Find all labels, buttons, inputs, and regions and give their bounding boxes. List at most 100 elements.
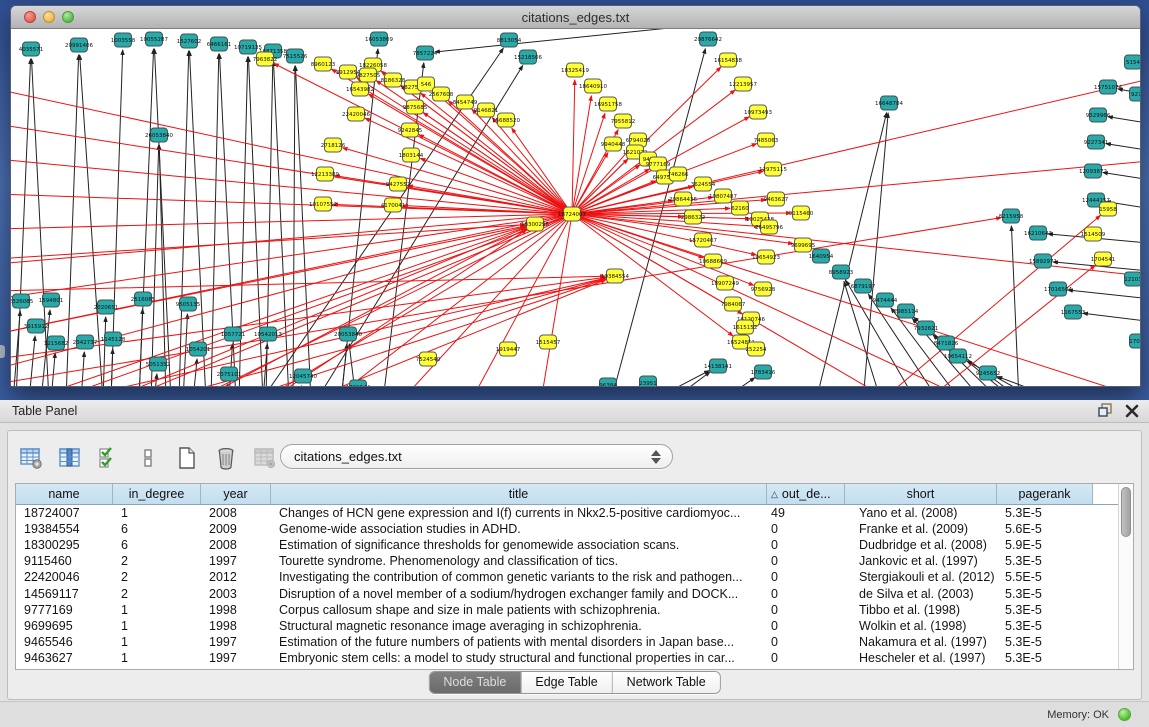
graph-node[interactable]: 5154 bbox=[1125, 55, 1141, 69]
graph-node[interactable]: 9427552 bbox=[386, 177, 411, 191]
graph-node[interactable]: 1594801 bbox=[39, 293, 64, 307]
network-view-window[interactable]: citations_edges.txt 40355712099140610035… bbox=[10, 5, 1141, 387]
graph-node[interactable]: 1640954 bbox=[809, 249, 834, 263]
graph-node[interactable]: 23951 bbox=[639, 376, 657, 387]
graph-node[interactable]: 15958 bbox=[1099, 202, 1117, 216]
network-canvas-svg[interactable]: 4035571209914061003558100552871527602646… bbox=[11, 29, 1140, 387]
graph-node[interactable]: 7963822 bbox=[253, 52, 278, 66]
table-row[interactable]: 911546021997Tourette syndrome. Phenomeno… bbox=[16, 553, 1133, 569]
graph-node[interactable]: 9777169 bbox=[646, 157, 671, 171]
graph-node[interactable]: 7515526 bbox=[283, 49, 308, 63]
table-row[interactable]: 1938455462009Genome-wide association stu… bbox=[16, 521, 1133, 537]
row-height-icon[interactable] bbox=[135, 445, 161, 471]
table-row[interactable]: 1456911722003Disruption of a novel membe… bbox=[16, 585, 1133, 601]
graph-node[interactable]: 252254 bbox=[746, 342, 767, 356]
graph-node[interactable]: 6466161 bbox=[207, 37, 232, 51]
graph-node[interactable]: 20876642 bbox=[694, 32, 722, 46]
table-row[interactable]: 1872400712008Changes of HCN gene express… bbox=[16, 505, 1133, 521]
network-table-select[interactable]: citations_edges.txt bbox=[280, 444, 673, 469]
graph-node[interactable]: 12213957 bbox=[729, 77, 757, 91]
graph-node[interactable]: 2718126 bbox=[321, 138, 346, 152]
float-panel-icon[interactable] bbox=[1098, 403, 1113, 418]
graph-node[interactable]: 8958923 bbox=[829, 265, 854, 279]
graph-node[interactable]: 2985114 bbox=[894, 304, 919, 318]
graph-node[interactable]: 9146821 bbox=[474, 103, 499, 117]
graph-node[interactable]: 18640910 bbox=[579, 79, 607, 93]
table-scrollbar-thumb[interactable] bbox=[1121, 487, 1131, 537]
graph-node[interactable]: 15218506 bbox=[514, 50, 542, 64]
graph-node[interactable]: 12975115 bbox=[759, 162, 787, 176]
graph-node[interactable]: 1783416 bbox=[751, 365, 776, 379]
graph-node[interactable]: 16210643 bbox=[1024, 226, 1052, 240]
graph-node[interactable]: 12103 bbox=[1124, 272, 1140, 286]
graph-node[interactable]: 15688520 bbox=[492, 113, 520, 127]
graph-node[interactable]: 16951758 bbox=[594, 97, 622, 111]
graph-node[interactable]: 19384554 bbox=[601, 269, 629, 283]
column-header-year[interactable]: year bbox=[201, 484, 271, 504]
graph-node[interactable]: 9115460 bbox=[789, 206, 814, 220]
graph-node[interactable]: 10542013 bbox=[254, 327, 282, 341]
graph-node[interactable]: 12213389 bbox=[311, 167, 339, 181]
graph-node[interactable]: 6879197 bbox=[851, 279, 876, 293]
graph-node[interactable]: 12093872 bbox=[1079, 164, 1107, 178]
table-row[interactable]: 977716911998Corpus callosum shape and si… bbox=[16, 602, 1133, 618]
graph-node[interactable]: 16154838 bbox=[714, 53, 742, 67]
graph-node[interactable]: 20991406 bbox=[65, 38, 93, 52]
column-header-short[interactable]: short bbox=[845, 484, 997, 504]
graph-node[interactable]: 8454749 bbox=[453, 95, 478, 109]
delete-column-icon[interactable] bbox=[213, 445, 239, 471]
graph-node[interactable]: 15751074 bbox=[1094, 80, 1122, 94]
select-columns-icon[interactable] bbox=[57, 445, 83, 471]
graph-node[interactable]: 16543982 bbox=[346, 82, 374, 96]
network-canvas[interactable]: 4035571209914061003558100552871527602646… bbox=[11, 29, 1140, 386]
graph-node[interactable]: 1167553 bbox=[1061, 305, 1086, 319]
graph-node[interactable]: 2986322 bbox=[681, 210, 706, 224]
graph-node[interactable]: 7857224 bbox=[413, 46, 438, 60]
tab-edge-table[interactable]: Edge Table bbox=[521, 672, 612, 693]
column-header-in_degree[interactable]: in_degree bbox=[113, 484, 201, 504]
graph-node[interactable]: 96384 bbox=[599, 378, 617, 387]
graph-node[interactable]: 18325419 bbox=[561, 63, 589, 77]
graph-node[interactable]: 2567608 bbox=[429, 87, 454, 101]
close-panel-icon[interactable] bbox=[1125, 403, 1139, 418]
graph-node[interactable]: 9505135 bbox=[176, 297, 201, 311]
graph-node[interactable]: 1704541 bbox=[1091, 252, 1116, 266]
graph-node[interactable]: 4035571 bbox=[19, 42, 44, 56]
graph-node[interactable]: 1527602 bbox=[177, 34, 202, 48]
graph-node[interactable]: 10055287 bbox=[140, 32, 168, 46]
graph-node[interactable]: 19654923 bbox=[752, 250, 780, 264]
graph-node[interactable]: 1515457 bbox=[536, 335, 561, 349]
table-row[interactable]: 946554611997Estimation of the future num… bbox=[16, 634, 1133, 650]
graph-node[interactable]: 7485063 bbox=[754, 133, 779, 147]
graph-node[interactable]: 8215958 bbox=[999, 209, 1024, 223]
column-header-pagerank[interactable]: pagerank bbox=[997, 484, 1093, 504]
graph-node[interactable]: 16053809 bbox=[365, 32, 393, 46]
graph-node[interactable]: 1721544 bbox=[346, 380, 371, 387]
graph-node[interactable]: 1803144 bbox=[399, 148, 424, 162]
graph-node[interactable]: 17045 bbox=[1129, 334, 1140, 348]
graph-node[interactable]: 4170041 bbox=[381, 198, 406, 212]
window-titlebar[interactable]: citations_edges.txt bbox=[11, 6, 1140, 29]
graph-node[interactable]: 1919447 bbox=[496, 342, 521, 356]
graph-node[interactable]: 16648784 bbox=[875, 96, 903, 110]
table-row[interactable]: 2242004622012Investigating the contribut… bbox=[16, 569, 1133, 585]
graph-node[interactable]: 9329966 bbox=[1086, 108, 1111, 122]
column-header-title[interactable]: title bbox=[271, 484, 767, 504]
graph-node[interactable]: 2020651 bbox=[94, 300, 119, 314]
graph-nodes[interactable]: 4035571209914061003558100552871527602646… bbox=[11, 32, 1140, 387]
graph-node[interactable]: 9756928 bbox=[751, 282, 776, 296]
graph-node[interactable]: 9940448 bbox=[601, 137, 626, 151]
graph-node[interactable]: 26053840 bbox=[145, 128, 173, 142]
graph-node[interactable]: 2375101 bbox=[217, 367, 242, 381]
graph-node[interactable]: 1615152 bbox=[733, 320, 758, 334]
graph-node[interactable]: 9245652 bbox=[976, 366, 1001, 380]
tab-network-table[interactable]: Network Table bbox=[613, 672, 720, 693]
graph-node[interactable]: 2342737 bbox=[73, 335, 98, 349]
table-row[interactable]: 969969511998Structural magnetic resonanc… bbox=[16, 618, 1133, 634]
graph-node[interactable]: 9274 bbox=[1130, 87, 1141, 101]
graph-node[interactable]: 7524540 bbox=[416, 352, 441, 366]
graph-node[interactable]: 9875685 bbox=[403, 100, 428, 114]
table-options-icon[interactable] bbox=[18, 445, 44, 471]
graph-node[interactable]: 7932621 bbox=[914, 321, 939, 335]
create-column-icon[interactable] bbox=[174, 445, 200, 471]
